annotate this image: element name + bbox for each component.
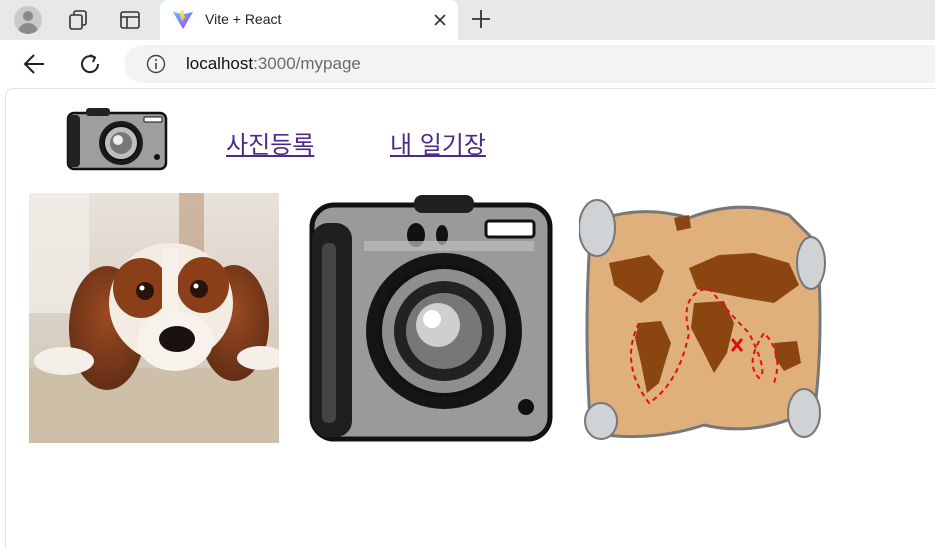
new-tab-icon[interactable] bbox=[470, 8, 492, 30]
camera-photo[interactable] bbox=[304, 193, 554, 443]
close-tab-icon[interactable] bbox=[430, 10, 450, 30]
tab-active[interactable]: Vite + React bbox=[160, 0, 458, 40]
dog-photo[interactable] bbox=[29, 193, 279, 443]
tab-actions-icon[interactable] bbox=[118, 8, 142, 32]
url-text[interactable]: localhost:3000/mypage bbox=[186, 54, 361, 74]
address-bar[interactable]: localhost:3000/mypage bbox=[124, 45, 935, 83]
vite-logo-icon bbox=[172, 9, 194, 30]
workspaces-icon[interactable] bbox=[66, 8, 90, 32]
url-host: localhost bbox=[186, 54, 254, 73]
site-info-icon[interactable] bbox=[146, 54, 166, 74]
browser-toolbar: localhost:3000/mypage bbox=[0, 40, 935, 88]
camera-logo[interactable] bbox=[66, 107, 168, 171]
profile-avatar[interactable] bbox=[14, 6, 42, 34]
browser-tab-bar: Vite + React bbox=[0, 0, 935, 40]
page-content: 사진등록 내 일기장 bbox=[5, 88, 935, 549]
back-icon[interactable] bbox=[22, 51, 48, 77]
url-path: :3000/mypage bbox=[253, 54, 361, 73]
nav-photo-upload-link[interactable]: 사진등록 bbox=[226, 125, 314, 160]
treasure-map-photo[interactable] bbox=[579, 193, 829, 443]
tab-title: Vite + React bbox=[205, 11, 282, 27]
nav-my-diary-link[interactable]: 내 일기장 bbox=[390, 125, 486, 160]
reload-icon[interactable] bbox=[77, 51, 103, 77]
